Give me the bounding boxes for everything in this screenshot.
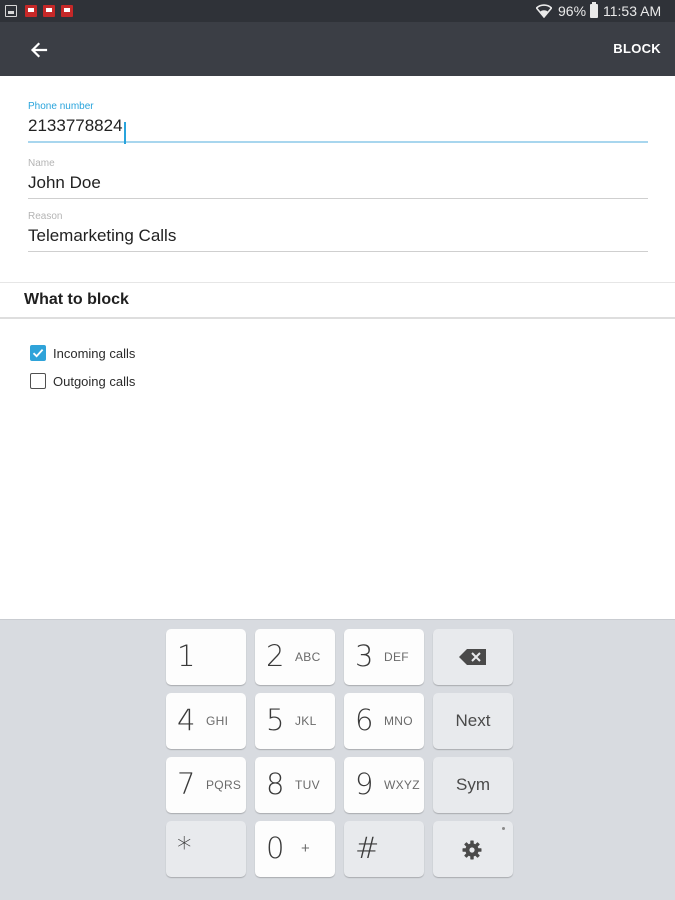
key-2-letters: ABC	[295, 650, 321, 664]
text-cursor	[124, 122, 126, 144]
key-4[interactable]: 4 GHI	[166, 693, 246, 749]
key-3[interactable]: 3 DEF	[344, 629, 424, 685]
key-0[interactable]: 0 +	[255, 821, 335, 877]
battery-percent: 96%	[558, 3, 587, 19]
key-0-digit: 0	[266, 831, 285, 865]
key-9-digit: 9	[355, 767, 374, 801]
reason-underline	[28, 251, 648, 252]
name-underline	[28, 198, 648, 199]
sym-key[interactable]: Sym	[433, 757, 513, 813]
name-input[interactable]	[28, 170, 648, 196]
name-label: Name	[28, 158, 55, 169]
settings-gear-icon	[462, 840, 482, 860]
key-8-digit: 8	[266, 767, 285, 801]
key-8-letters: TUV	[295, 778, 320, 792]
key-5-letters: JKL	[295, 714, 317, 728]
message-icon	[43, 5, 55, 17]
clock: 11:53 AM	[603, 3, 662, 19]
key-hash-symbol: #	[355, 831, 380, 865]
key-0-plus: +	[301, 840, 311, 857]
backspace-key[interactable]	[433, 629, 513, 685]
settings-key[interactable]	[433, 821, 513, 877]
key-7-digit: 7	[177, 767, 196, 801]
arrow-left-icon	[30, 42, 48, 58]
reason-field: Reason	[28, 211, 648, 252]
status-bar: 96% 11:53 AM	[0, 0, 675, 22]
phone-number-label: Phone number	[28, 101, 94, 112]
key-3-digit: 3	[355, 639, 374, 673]
divider	[0, 282, 675, 283]
phone-number-field: Phone number	[28, 101, 648, 144]
phone-number-underline	[28, 141, 648, 143]
key-9-letters: WXYZ	[384, 778, 420, 792]
backspace-icon	[459, 649, 486, 665]
back-button[interactable]	[24, 35, 54, 65]
gallery-icon	[5, 5, 17, 17]
message-icon	[25, 5, 37, 17]
key-4-digit: 4	[177, 703, 196, 737]
key-2[interactable]: 2 ABC	[255, 629, 335, 685]
key-6-letters: MNO	[384, 714, 413, 728]
block-button[interactable]: BLOCK	[613, 41, 661, 56]
key-5-digit: 5	[266, 703, 285, 737]
key-hash[interactable]: #	[344, 821, 424, 877]
app-bar: BLOCK	[0, 22, 675, 76]
name-field: Name	[28, 158, 648, 199]
key-star[interactable]: *	[166, 821, 246, 877]
key-8[interactable]: 8 TUV	[255, 757, 335, 813]
outgoing-calls-option[interactable]: Outgoing calls	[30, 371, 135, 391]
phone-number-input[interactable]	[28, 113, 648, 139]
battery-icon	[590, 2, 598, 18]
next-key[interactable]: Next	[433, 693, 513, 749]
checkmark-icon	[32, 348, 44, 358]
next-key-label: Next	[455, 711, 491, 730]
key-9[interactable]: 9 WXYZ	[344, 757, 424, 813]
key-2-digit: 2	[266, 639, 285, 673]
key-4-letters: GHI	[206, 714, 229, 728]
key-5[interactable]: 5 JKL	[255, 693, 335, 749]
key-1-digit: 1	[177, 639, 196, 673]
what-to-block-title: What to block	[24, 291, 129, 308]
numeric-keyboard: 1 2 ABC 3 DEF 4 GHI 5 JKL 6 MNO Next 7 P…	[0, 619, 675, 900]
key-7-letters: PQRS	[206, 778, 242, 792]
incoming-calls-option[interactable]: Incoming calls	[30, 343, 135, 363]
key-star-symbol: *	[177, 831, 192, 865]
key-7[interactable]: 7 PQRS	[166, 757, 246, 813]
divider	[0, 317, 675, 319]
incoming-calls-label: Incoming calls	[53, 345, 136, 361]
key-6[interactable]: 6 MNO	[344, 693, 424, 749]
outgoing-calls-checkbox[interactable]	[30, 373, 46, 389]
message-icon	[61, 5, 73, 17]
sym-key-label: Sym	[456, 775, 490, 794]
outgoing-calls-label: Outgoing calls	[53, 373, 136, 389]
key-6-digit: 6	[355, 703, 374, 737]
key-3-letters: DEF	[384, 650, 409, 664]
incoming-calls-checkbox[interactable]	[30, 345, 46, 361]
reason-label: Reason	[28, 211, 63, 222]
reason-input[interactable]	[28, 223, 648, 249]
wifi-icon	[536, 4, 552, 18]
more-options-dot	[502, 827, 505, 830]
key-1[interactable]: 1	[166, 629, 246, 685]
